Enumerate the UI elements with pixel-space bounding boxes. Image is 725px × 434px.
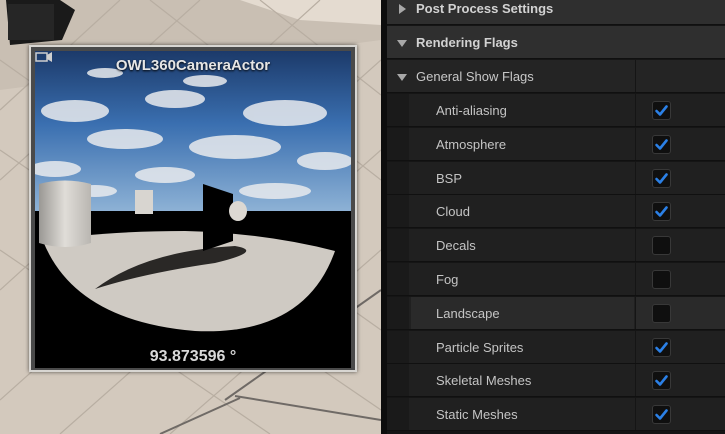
property-name-cell: Landscape: [411, 296, 634, 329]
show-flag-row-decals: Decals: [387, 229, 725, 263]
show-flag-row-anti-aliasing: Anti-aliasing: [387, 94, 725, 127]
property-label: Landscape: [436, 305, 500, 321]
checkbox-skeletal-meshes[interactable]: [652, 371, 671, 391]
category-label: Post Process Settings: [416, 1, 554, 16]
row-gutter: [387, 127, 409, 160]
checkmark-icon: [655, 138, 668, 150]
property-label: Skeletal Meshes: [436, 373, 532, 389]
row-gutter: [387, 94, 409, 126]
details-panel: Post Process Settings Rendering Flags Ge…: [387, 0, 725, 434]
property-value-cell: [635, 161, 725, 194]
property-label: Fog: [436, 272, 459, 287]
category-rendering-flags[interactable]: Rendering Flags: [387, 26, 725, 59]
column-divider: [635, 60, 636, 92]
triangle-right-icon[interactable]: [396, 3, 408, 15]
property-value-cell: [635, 364, 725, 397]
fov-readout: 93.873596 °: [149, 348, 237, 365]
row-gutter: [387, 364, 409, 397]
checkmark-icon: [655, 375, 668, 387]
show-flag-row-skeletal-meshes: Skeletal Meshes: [387, 364, 725, 398]
property-value-cell: [635, 398, 725, 431]
checkmark-icon: [655, 341, 668, 353]
show-flag-row-fog: Fog: [387, 263, 725, 296]
camera-preview-image: OWL360CameraActor 93.873596 °: [35, 51, 351, 368]
checkmark-icon: [655, 206, 668, 218]
checkbox-static-meshes[interactable]: [652, 405, 671, 425]
level-viewport[interactable]: OWL360CameraActor 93.873596 °: [0, 0, 381, 434]
property-label: Cloud: [436, 204, 470, 220]
checkmark-icon: [655, 172, 668, 184]
show-flag-row-particle-sprites: Particle Sprites: [387, 330, 725, 364]
checkmark-icon: [655, 105, 668, 116]
property-name-cell: Particle Sprites: [411, 331, 634, 363]
show-flag-row-bsp: BSP: [387, 161, 725, 195]
property-value-cell: [635, 296, 725, 329]
property-label: Particle Sprites: [436, 339, 524, 355]
subcategory-general-show-flags[interactable]: General Show Flags: [387, 60, 725, 93]
checkbox-bsp[interactable]: [652, 168, 671, 188]
checkmark-icon: [655, 409, 668, 420]
property-name-cell: Cloud: [411, 195, 634, 227]
triangle-down-icon[interactable]: [396, 71, 408, 83]
camera-icon: [35, 52, 52, 62]
property-value-cell: [635, 195, 725, 228]
checkbox-particle-sprites[interactable]: [652, 337, 671, 357]
row-gutter: [387, 229, 409, 262]
property-label: BSP: [436, 170, 463, 186]
show-flag-row-static-meshes: Static Meshes: [387, 398, 725, 432]
checkbox-landscape[interactable]: [652, 303, 671, 323]
show-flag-row-cloud: Cloud: [387, 195, 725, 229]
property-value-cell: [635, 127, 725, 160]
row-gutter: [387, 161, 409, 194]
property-value-cell: [635, 229, 725, 262]
camera-actor-name: OWL360CameraActor: [115, 57, 271, 74]
checkbox-cloud[interactable]: [652, 202, 671, 222]
subcategory-label: General Show Flags: [416, 69, 534, 84]
property-name-cell: Skeletal Meshes: [411, 364, 634, 396]
checkbox-decals[interactable]: [652, 236, 671, 256]
category-label: Rendering Flags: [416, 35, 518, 50]
property-name-cell: BSP: [411, 162, 634, 194]
property-name-cell: Anti-aliasing: [411, 94, 634, 126]
property-name-cell: Fog: [411, 263, 634, 295]
row-gutter: [387, 195, 409, 228]
checkbox-anti-aliasing[interactable]: [652, 101, 671, 120]
checkbox-fog[interactable]: [652, 270, 671, 289]
show-flag-row-landscape: Landscape: [387, 296, 725, 330]
checkbox-atmosphere[interactable]: [652, 134, 671, 154]
property-label: Anti-aliasing: [436, 103, 507, 118]
row-gutter: [387, 330, 409, 363]
row-gutter: [387, 398, 409, 431]
category-post-process-settings[interactable]: Post Process Settings: [387, 0, 725, 25]
show-flag-row-atmosphere: Atmosphere: [387, 127, 725, 161]
property-name-cell: Decals: [411, 229, 634, 261]
property-name-cell: Static Meshes: [411, 398, 634, 430]
property-value-cell: [635, 94, 725, 126]
row-gutter: [387, 263, 409, 295]
property-value-cell: [635, 330, 725, 363]
property-label: Atmosphere: [436, 136, 507, 152]
triangle-down-icon[interactable]: [396, 37, 408, 49]
property-name-cell: Atmosphere: [411, 128, 634, 160]
property-label: Static Meshes: [436, 407, 518, 423]
camera-preview-window: OWL360CameraActor 93.873596 °: [29, 45, 357, 372]
property-value-cell: [635, 263, 725, 295]
row-gutter: [387, 296, 409, 329]
property-label: Decals: [436, 238, 476, 254]
